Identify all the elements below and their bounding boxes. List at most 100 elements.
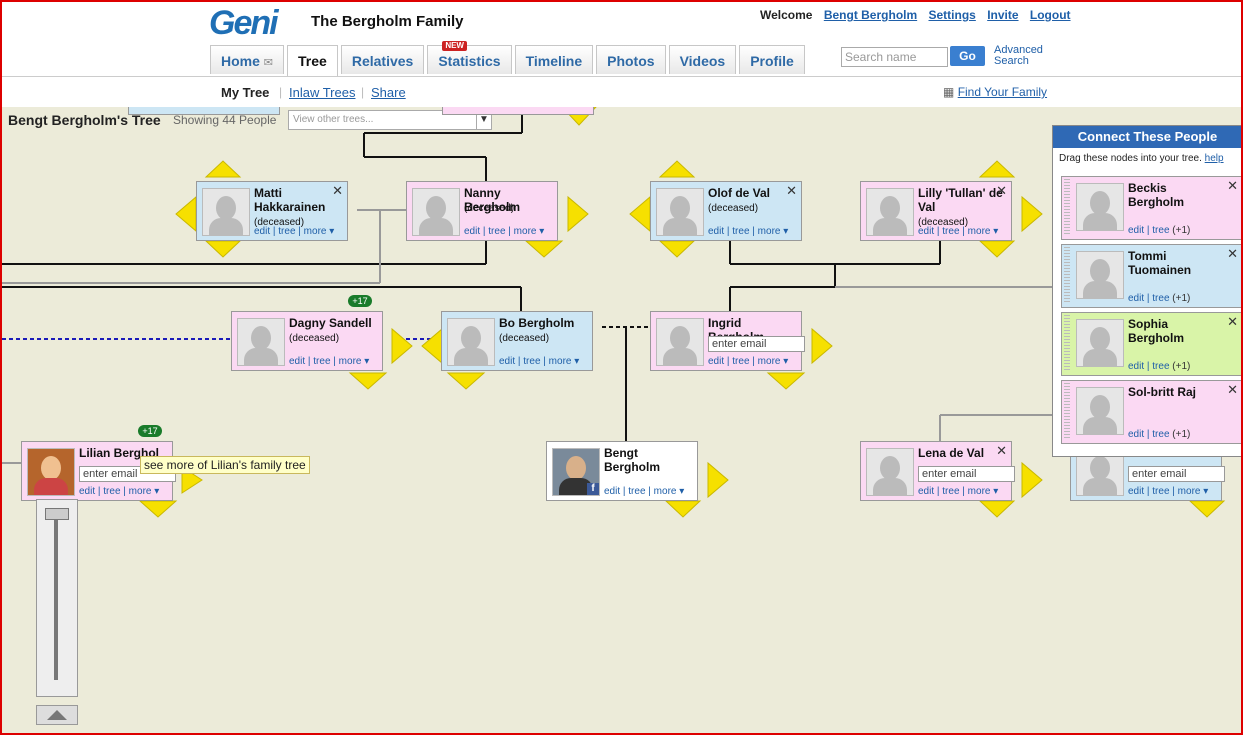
card-links[interactable]: edit | tree | more ▾ (289, 356, 369, 367)
edit-link[interactable]: edit (708, 356, 724, 367)
tab-videos[interactable]: Videos (668, 45, 737, 74)
card-links[interactable]: edit | tree | more ▾ (254, 226, 334, 237)
edit-link[interactable]: edit (604, 486, 620, 497)
more-link[interactable]: more ▾ (339, 356, 370, 367)
zoom-handle[interactable] (45, 508, 69, 520)
drag-handle[interactable] (1064, 315, 1070, 371)
close-icon[interactable]: ✕ (1227, 314, 1238, 330)
edit-link[interactable]: edit (289, 356, 305, 367)
tree-link[interactable]: tree (523, 356, 540, 367)
pan-up-button[interactable] (36, 705, 78, 725)
card-links[interactable]: edit | tree (+1) (1128, 429, 1190, 440)
email-field[interactable]: enter email (708, 336, 805, 352)
edit-link[interactable]: edit (918, 486, 934, 497)
edit-link[interactable]: edit (464, 226, 480, 237)
find-family-label[interactable]: Find Your Family (958, 85, 1047, 99)
connect-card-solbritt[interactable]: Sol-britt Raj edit | tree (+1) ✕ (1061, 380, 1241, 444)
person-card-offscreen[interactable] (442, 107, 594, 115)
email-field[interactable]: enter email (1128, 466, 1225, 482)
edit-link[interactable]: edit (1128, 486, 1144, 497)
close-icon[interactable]: ✕ (1227, 246, 1238, 262)
help-link[interactable]: help (1205, 153, 1224, 164)
card-links[interactable]: edit | tree | more ▾ (918, 226, 998, 237)
card-links[interactable]: edit | tree | more ▾ (499, 356, 579, 367)
tree-canvas[interactable]: Bengt Bergholm's Tree Showing 44 People … (2, 107, 1241, 733)
edit-link[interactable]: edit (1128, 361, 1144, 372)
card-links[interactable]: edit | tree | more ▾ (708, 226, 788, 237)
tree-link[interactable]: tree (103, 486, 120, 497)
edit-link[interactable]: edit (254, 226, 270, 237)
edit-link[interactable]: edit (708, 226, 724, 237)
close-icon[interactable]: ✕ (1227, 178, 1238, 194)
close-icon[interactable]: ✕ (1227, 382, 1238, 398)
card-links[interactable]: edit | tree (+1) (1128, 225, 1190, 236)
zoom-slider[interactable] (36, 499, 78, 697)
tree-link[interactable]: tree (732, 356, 749, 367)
inlaw-trees-link[interactable]: Inlaw Trees (289, 85, 355, 100)
my-tree-tab[interactable]: My Tree (221, 85, 269, 100)
edit-link[interactable]: edit (1128, 225, 1144, 236)
tree-link[interactable]: tree (488, 226, 505, 237)
person-card-lilly[interactable]: Lilly 'Tullan' de Val (deceased) edit | … (860, 181, 1012, 241)
tree-link[interactable]: tree (1152, 361, 1169, 372)
edit-link[interactable]: edit (918, 226, 934, 237)
relatives-badge[interactable]: +17 (138, 425, 162, 437)
tab-statistics[interactable]: NEW Statistics (427, 41, 512, 74)
connect-card-tommi[interactable]: Tommi Tuomainen edit | tree (+1) ✕ (1061, 244, 1241, 308)
more-link[interactable]: more ▾ (758, 356, 789, 367)
more-link[interactable]: more ▾ (654, 486, 685, 497)
close-icon[interactable]: ✕ (332, 183, 343, 199)
edit-link[interactable]: edit (1128, 293, 1144, 304)
geni-logo[interactable]: Geni (209, 4, 279, 43)
tree-link[interactable]: tree (942, 226, 959, 237)
person-card-bo[interactable]: Bo Bergholm (deceased) edit | tree | mor… (441, 311, 593, 371)
person-card-nanny[interactable]: Nanny Bergholm (deceased) edit | tree | … (406, 181, 558, 241)
more-link[interactable]: more ▾ (129, 486, 160, 497)
edit-link[interactable]: edit (499, 356, 515, 367)
more-link[interactable]: more ▾ (549, 356, 580, 367)
tree-link[interactable]: tree (1152, 486, 1169, 497)
tree-link[interactable]: tree (628, 486, 645, 497)
card-links[interactable]: edit | tree | more ▾ (1128, 486, 1208, 497)
relatives-badge[interactable]: +17 (348, 295, 372, 307)
go-button[interactable]: Go (950, 46, 985, 66)
person-card-lena[interactable]: Lena de Val enter email edit | tree | mo… (860, 441, 1015, 501)
person-card-dagny[interactable]: Dagny Sandell (deceased) edit | tree | m… (231, 311, 383, 371)
person-card-offscreen[interactable] (128, 107, 280, 115)
person-card-ingrid[interactable]: Ingrid Bergholm enter email edit | tree … (650, 311, 805, 371)
tree-link[interactable]: tree (1152, 429, 1169, 440)
logout-link[interactable]: Logout (1030, 8, 1071, 22)
close-icon[interactable]: ✕ (786, 183, 797, 199)
find-family-link[interactable]: ▦ Find Your Family (943, 85, 1047, 99)
card-links[interactable]: edit | tree | more ▾ (604, 486, 684, 497)
user-link[interactable]: Bengt Bergholm (824, 8, 917, 22)
tree-link[interactable]: tree (278, 226, 295, 237)
tab-tree[interactable]: Tree (287, 45, 338, 77)
search-input[interactable]: Search name (841, 47, 948, 67)
more-link[interactable]: more ▾ (968, 226, 999, 237)
tree-link[interactable]: tree (1152, 225, 1169, 236)
tree-link[interactable]: tree (942, 486, 959, 497)
tab-photos[interactable]: Photos (596, 45, 666, 74)
card-links[interactable]: edit | tree | more ▾ (918, 486, 998, 497)
more-link[interactable]: more ▾ (968, 486, 999, 497)
email-field[interactable]: enter email (918, 466, 1015, 482)
advanced-search-link[interactable]: Advanced Search (994, 45, 1049, 67)
tab-timeline[interactable]: Timeline (514, 45, 594, 74)
tab-home[interactable]: Home ✉ (210, 45, 285, 74)
drag-handle[interactable] (1064, 247, 1070, 303)
card-links[interactable]: edit | tree (+1) (1128, 293, 1190, 304)
card-links[interactable]: edit | tree (+1) (1128, 361, 1190, 372)
more-link[interactable]: more ▾ (514, 226, 545, 237)
person-card-olof[interactable]: Olof de Val (deceased) edit | tree | mor… (650, 181, 802, 241)
drag-handle[interactable] (1064, 383, 1070, 439)
more-link[interactable]: more ▾ (1178, 486, 1209, 497)
more-link[interactable]: more ▾ (304, 226, 335, 237)
share-link[interactable]: Share (371, 85, 406, 100)
settings-link[interactable]: Settings (929, 8, 976, 22)
connect-card-sophia[interactable]: Sophia Bergholm edit | tree (+1) ✕ (1061, 312, 1241, 376)
invite-link[interactable]: Invite (987, 8, 1018, 22)
edit-link[interactable]: edit (1128, 429, 1144, 440)
person-card-bengt[interactable]: f Bengt Bergholm edit | tree | more ▾ (546, 441, 698, 501)
tree-link[interactable]: tree (732, 226, 749, 237)
